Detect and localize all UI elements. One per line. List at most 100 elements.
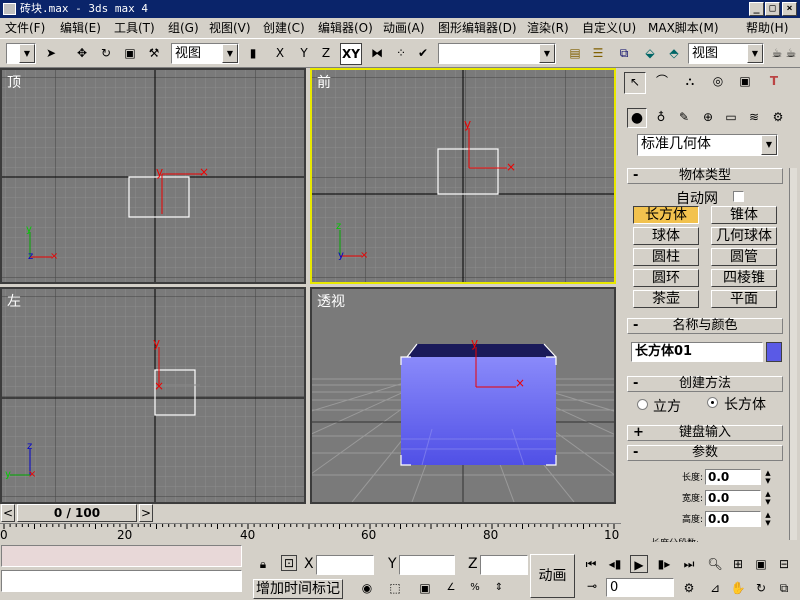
align-icon[interactable]: ✔: [414, 43, 432, 65]
pivot-icon[interactable]: ▮: [243, 43, 263, 65]
motion-tab-icon[interactable]: ◎: [707, 72, 729, 90]
x-coord-field[interactable]: [316, 555, 374, 575]
pan-icon[interactable]: ✋: [729, 579, 747, 597]
width-field[interactable]: 0.0: [705, 490, 761, 506]
select-move-icon[interactable]: ✥: [72, 43, 92, 65]
previous-frame-icon[interactable]: ◂▮: [606, 555, 624, 573]
viewport-perspective[interactable]: y × 透视: [310, 287, 616, 504]
lights-icon[interactable]: ✎: [675, 108, 693, 126]
helpers-icon[interactable]: ▭: [722, 108, 740, 126]
box-button[interactable]: 长方体: [633, 206, 699, 224]
menu-rendering[interactable]: 渲染(R): [527, 18, 569, 38]
menu-group[interactable]: 组(G): [168, 18, 199, 38]
keyboard-entry-rollout-header[interactable]: + 键盘输入: [627, 425, 783, 441]
viewport-label[interactable]: 左: [7, 291, 21, 311]
hierarchy-tab-icon[interactable]: ⛬: [679, 72, 701, 90]
current-frame-field[interactable]: 0: [606, 578, 674, 597]
menu-edit[interactable]: 编辑(E): [60, 18, 101, 38]
render-type-combo[interactable]: 视图 ▼: [688, 43, 764, 64]
display-tab-icon[interactable]: ▣: [734, 72, 756, 90]
zoom-extents-icon[interactable]: ▣: [752, 555, 770, 573]
command-panel-scrollbar[interactable]: [789, 168, 797, 540]
parameters-rollout-header[interactable]: - 参数: [627, 445, 783, 461]
schematic-icon[interactable]: ⧉: [614, 43, 634, 65]
select-object-icon[interactable]: ➤: [42, 43, 60, 65]
go-to-end-icon[interactable]: ⏭: [680, 555, 698, 573]
lock-selection-icon[interactable]: 🔒︎: [254, 555, 272, 573]
pyramid-button[interactable]: 四棱锥: [711, 269, 777, 287]
menu-maxscript[interactable]: MAX脚本(M): [648, 18, 719, 38]
named-selection-combo[interactable]: ▼: [438, 43, 556, 64]
close-button[interactable]: ×: [782, 2, 797, 16]
sphere-button[interactable]: 球体: [633, 227, 699, 245]
menu-help[interactable]: 帮助(H): [746, 18, 788, 38]
maximize-button[interactable]: □: [765, 2, 780, 16]
render-scene-icon[interactable]: ⬙: [640, 43, 660, 65]
xy-constraint-button[interactable]: XY: [340, 43, 362, 65]
minimize-button[interactable]: _: [749, 2, 764, 16]
creation-method-rollout-header[interactable]: - 创建方法: [627, 376, 783, 392]
select-rotate-icon[interactable]: ↻: [96, 43, 116, 65]
mirror-icon[interactable]: ⧓: [368, 43, 386, 65]
zoom-all-icon[interactable]: ⊞: [729, 555, 747, 573]
modify-tab-icon[interactable]: ⌒: [651, 72, 673, 90]
cameras-icon[interactable]: ⊕: [699, 108, 717, 126]
object-name-field[interactable]: 长方体01: [631, 342, 763, 362]
zoom-icon[interactable]: 🔍︎: [706, 555, 724, 573]
zoom-extents-all-icon[interactable]: ⊟: [775, 555, 793, 573]
snap-3d-icon[interactable]: ▣: [416, 579, 434, 597]
viewport-front[interactable]: y × z y × 前: [310, 68, 616, 284]
animate-button[interactable]: 动画: [530, 554, 575, 598]
viewport-left[interactable]: y × z y × 左: [0, 287, 306, 504]
menu-modifiers[interactable]: 编辑器(O): [318, 18, 373, 38]
cylinder-button[interactable]: 圆柱: [633, 248, 699, 266]
time-next-button[interactable]: >: [139, 504, 153, 522]
menu-file[interactable]: 文件(F): [5, 18, 45, 38]
play-icon[interactable]: ▶: [630, 555, 648, 573]
spinner-snap-icon[interactable]: ⇕: [490, 579, 508, 597]
name-color-rollout-header[interactable]: - 名称与颜色: [627, 318, 783, 334]
systems-icon[interactable]: ⚙: [769, 108, 787, 126]
selection-filter-combo[interactable]: ▼: [6, 43, 36, 64]
menu-graph-editors[interactable]: 图形编辑器(D): [438, 18, 517, 38]
x-constraint-button[interactable]: X: [272, 43, 288, 65]
percent-snap-icon[interactable]: %: [466, 579, 484, 597]
menu-tools[interactable]: 工具(T): [114, 18, 155, 38]
menu-views[interactable]: 视图(V): [209, 18, 251, 38]
add-time-tag-button[interactable]: 增加时间标记: [253, 579, 343, 599]
tube-button[interactable]: 圆管: [711, 248, 777, 266]
box-radio[interactable]: [707, 397, 718, 408]
height-spinner[interactable]: ▲ ▼: [763, 511, 773, 527]
maximize-viewport-icon[interactable]: ⧉: [775, 579, 793, 597]
plane-button[interactable]: 平面: [711, 290, 777, 308]
quick-render-icon[interactable]: ⬘: [664, 43, 684, 65]
cone-button[interactable]: 锥体: [711, 206, 777, 224]
array-icon[interactable]: ⁘: [392, 43, 410, 65]
time-prev-button[interactable]: <: [1, 504, 15, 522]
y-coord-field[interactable]: [399, 555, 455, 575]
view-combo[interactable]: 视图 ▼: [171, 43, 239, 64]
viewport-top[interactable]: y × y z × 顶: [0, 68, 306, 284]
viewport-label[interactable]: 顶: [7, 72, 21, 92]
menu-animation[interactable]: 动画(A): [383, 18, 425, 38]
viewport-label[interactable]: 前: [317, 72, 331, 92]
geometry-icon[interactable]: ●: [627, 108, 647, 128]
layer-icon[interactable]: ☰: [589, 43, 607, 65]
z-coord-field[interactable]: [480, 555, 528, 575]
select-scale-icon[interactable]: ▣: [120, 43, 140, 65]
spacewarps-icon[interactable]: ≋: [745, 108, 763, 126]
angle-snap-icon[interactable]: ∠: [442, 579, 460, 597]
key-mode-icon[interactable]: ⊸: [583, 577, 601, 595]
torus-button[interactable]: 圆环: [633, 269, 699, 287]
create-tab-icon[interactable]: ↖: [624, 72, 646, 94]
viewport-label[interactable]: 透视: [317, 291, 345, 311]
utilities-tab-icon[interactable]: T: [763, 72, 785, 90]
height-field[interactable]: 0.0: [705, 511, 761, 527]
menu-customize[interactable]: 自定义(U): [582, 18, 636, 38]
width-spinner[interactable]: ▲ ▼: [763, 490, 773, 506]
category-combo[interactable]: 标准几何体 ▼: [637, 134, 778, 156]
material-icon[interactable]: ▤: [566, 43, 584, 65]
link-icon[interactable]: ⚒: [144, 43, 164, 65]
cube-radio[interactable]: [637, 399, 648, 410]
y-constraint-button[interactable]: Y: [296, 43, 312, 65]
